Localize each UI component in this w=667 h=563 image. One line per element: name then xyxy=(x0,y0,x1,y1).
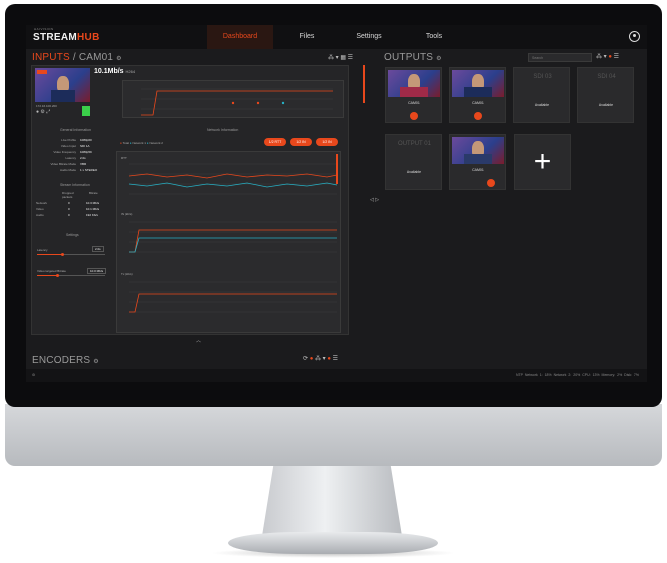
output-1-record-button[interactable] xyxy=(410,112,418,120)
net-btn-in[interactable]: 1/2 IN xyxy=(290,138,312,146)
out-chart-label: Tx (kb/s) xyxy=(121,272,133,276)
stream-info-title: Stream Information xyxy=(60,183,90,187)
stream-row-bitrate: 192 Kb/s xyxy=(86,213,98,217)
chart-scrollbar[interactable] xyxy=(336,154,338,184)
output-5-placeholder: OUTPUT 01 xyxy=(398,141,431,147)
settings-gear-icon[interactable]: ⚙ xyxy=(32,369,35,382)
network-charts: RTT IN (kb/s) Tx (kb/s) xyxy=(116,151,341,333)
output-4-placeholder: SDI 04 xyxy=(597,74,616,80)
general-info-label: Audio Mode xyxy=(59,168,76,172)
output-3-status: Available xyxy=(534,103,550,107)
output-2-preview xyxy=(452,70,504,97)
user-account-icon[interactable] xyxy=(629,31,640,42)
bitrate-target-label: Video targeted Bitrate xyxy=(37,269,66,273)
monitor-stand-neck xyxy=(262,466,402,536)
bitrate-slider[interactable] xyxy=(37,274,105,277)
collapse-chevron-icon[interactable]: ︿ xyxy=(196,337,201,344)
bitrate-chart xyxy=(122,80,344,118)
output-tile-5[interactable]: OUTPUT 01 Available xyxy=(385,134,442,190)
general-info-label: Video Frequency xyxy=(53,150,76,154)
tab-files[interactable]: Files xyxy=(282,25,332,49)
inputs-toolbar-icons[interactable]: ⁂ ▾ ▦ ☰ xyxy=(328,54,353,61)
add-output-button[interactable]: + xyxy=(514,134,571,190)
monitor-stand-base xyxy=(228,532,438,554)
bitrate-target-input[interactable]: 10.0 Mb/s xyxy=(87,268,107,274)
output-3-placeholder: SDI 03 xyxy=(533,74,552,80)
general-info-label: Latency xyxy=(65,156,76,160)
output-6-name: CAM01 xyxy=(472,168,484,172)
output-tile-3[interactable]: SDI 03 Available xyxy=(513,67,570,123)
encoders-title: ENCODERS ⚙ xyxy=(32,355,99,366)
status-items: NTP Network 1: 18% Network 2: 20% CPU: 1… xyxy=(515,373,639,377)
stream-row-label: Video xyxy=(36,207,44,211)
app-logo: STREAMHUB xyxy=(33,32,100,43)
tab-settings[interactable]: Settings xyxy=(344,25,394,49)
output-6-preview xyxy=(452,137,504,164)
output-6-record-button[interactable] xyxy=(487,179,495,187)
logo-prefix: HAIVISION xyxy=(34,27,54,31)
panel-resize-arrows-icon[interactable]: ◁ ▷ xyxy=(370,197,379,203)
output-1-preview xyxy=(388,70,440,97)
outputs-search-input[interactable]: Search xyxy=(528,53,592,62)
stream-row-bitrate: 10.3 Mb/s xyxy=(86,201,100,205)
stream-head-bitrate: Bitrate xyxy=(89,191,98,195)
legend: ● Total ● Network 1 ● Network 2 xyxy=(120,141,163,145)
stream-row-dropped: 0 xyxy=(68,201,70,205)
output-1-name: CAM01 xyxy=(408,101,420,105)
encoders-toolbar-icons[interactable]: ⟳ ● ⁂ ▾ ● ☰ xyxy=(303,355,338,362)
inputs-scrollbar[interactable] xyxy=(363,65,365,103)
stream-row-label: Audio xyxy=(36,213,44,217)
latency-slider[interactable] xyxy=(37,253,105,256)
inputs-title: INPUTS / CAM01 ⚙ xyxy=(32,52,122,63)
input-ip: 172.16.100.200 xyxy=(36,104,57,108)
outputs-title: OUTPUTS ⚙ xyxy=(384,52,442,63)
net-btn-rtt[interactable]: 1/2 RTT xyxy=(264,138,286,146)
general-info-value: SDI 1A xyxy=(80,144,90,148)
top-bar: HAIVISION STREAMHUB Dashboard Files Sett… xyxy=(26,25,647,49)
tab-dashboard[interactable]: Dashboard xyxy=(207,25,273,49)
output-tile-2[interactable]: CAM01 xyxy=(449,67,506,123)
outputs-toolbar-icons[interactable]: ⁂ ▾ ● ☰ xyxy=(596,53,619,60)
general-info-title: General Information xyxy=(60,128,91,132)
general-info-value: VBR xyxy=(80,162,87,166)
output-4-status: Available xyxy=(598,103,614,107)
output-2-record-button[interactable] xyxy=(474,112,482,120)
monitor-mockup: HAIVISION STREAMHUB Dashboard Files Sett… xyxy=(0,0,667,563)
net-btn-in-2[interactable]: 1/2 IN xyxy=(316,138,338,146)
tab-tools[interactable]: Tools xyxy=(409,25,459,49)
output-tile-6[interactable]: CAM01 xyxy=(449,134,506,190)
stream-head-dropped: Dropped packets xyxy=(62,191,74,199)
general-info-label: Video Bitrate Mode xyxy=(50,162,76,166)
monitor-chin xyxy=(5,404,662,466)
in-chart-label: IN (kb/s) xyxy=(121,212,133,216)
stream-row-dropped: 0 xyxy=(68,213,70,217)
audio-meter xyxy=(82,106,90,116)
input-detail-panel: 172.16.100.200 ● ⚙ ⤢ 10.1Mb/s H264 Gener… xyxy=(31,65,349,335)
settings-title: Settings xyxy=(66,233,79,237)
stream-row-dropped: 0 xyxy=(68,207,70,211)
streamhub-screen: HAIVISION STREAMHUB Dashboard Files Sett… xyxy=(26,25,647,382)
network-info-title: Network Information xyxy=(207,128,239,132)
general-info-value: 1 x STEREO xyxy=(80,168,98,172)
stream-row-label: Network xyxy=(36,201,48,205)
input-action-icons[interactable]: ● ⚙ ⤢ xyxy=(36,109,50,115)
stream-row-bitrate: 10.1 Mb/s xyxy=(86,207,100,211)
general-info-label: Live Profile xyxy=(61,138,76,142)
latency-label: Latency xyxy=(37,248,48,252)
general-info-value: 1080p59 xyxy=(80,150,92,154)
input-bitrate: 10.1Mb/s H264 xyxy=(94,68,136,75)
output-tile-1[interactable]: CAM01 xyxy=(385,67,442,123)
general-info-label: Video Input xyxy=(60,144,76,148)
general-info-value: 2.0s xyxy=(80,156,86,160)
output-5-status: Available xyxy=(406,170,422,174)
general-info-value: 1080p60 xyxy=(80,138,92,142)
status-bar: ⚙ NTP Network 1: 18% Network 2: 20% CPU:… xyxy=(26,369,647,382)
output-2-name: CAM01 xyxy=(472,101,484,105)
latency-input[interactable]: 2.0s xyxy=(92,246,104,252)
input-preview-thumbnail[interactable] xyxy=(35,68,90,102)
output-tile-4[interactable]: SDI 04 Available xyxy=(577,67,634,123)
